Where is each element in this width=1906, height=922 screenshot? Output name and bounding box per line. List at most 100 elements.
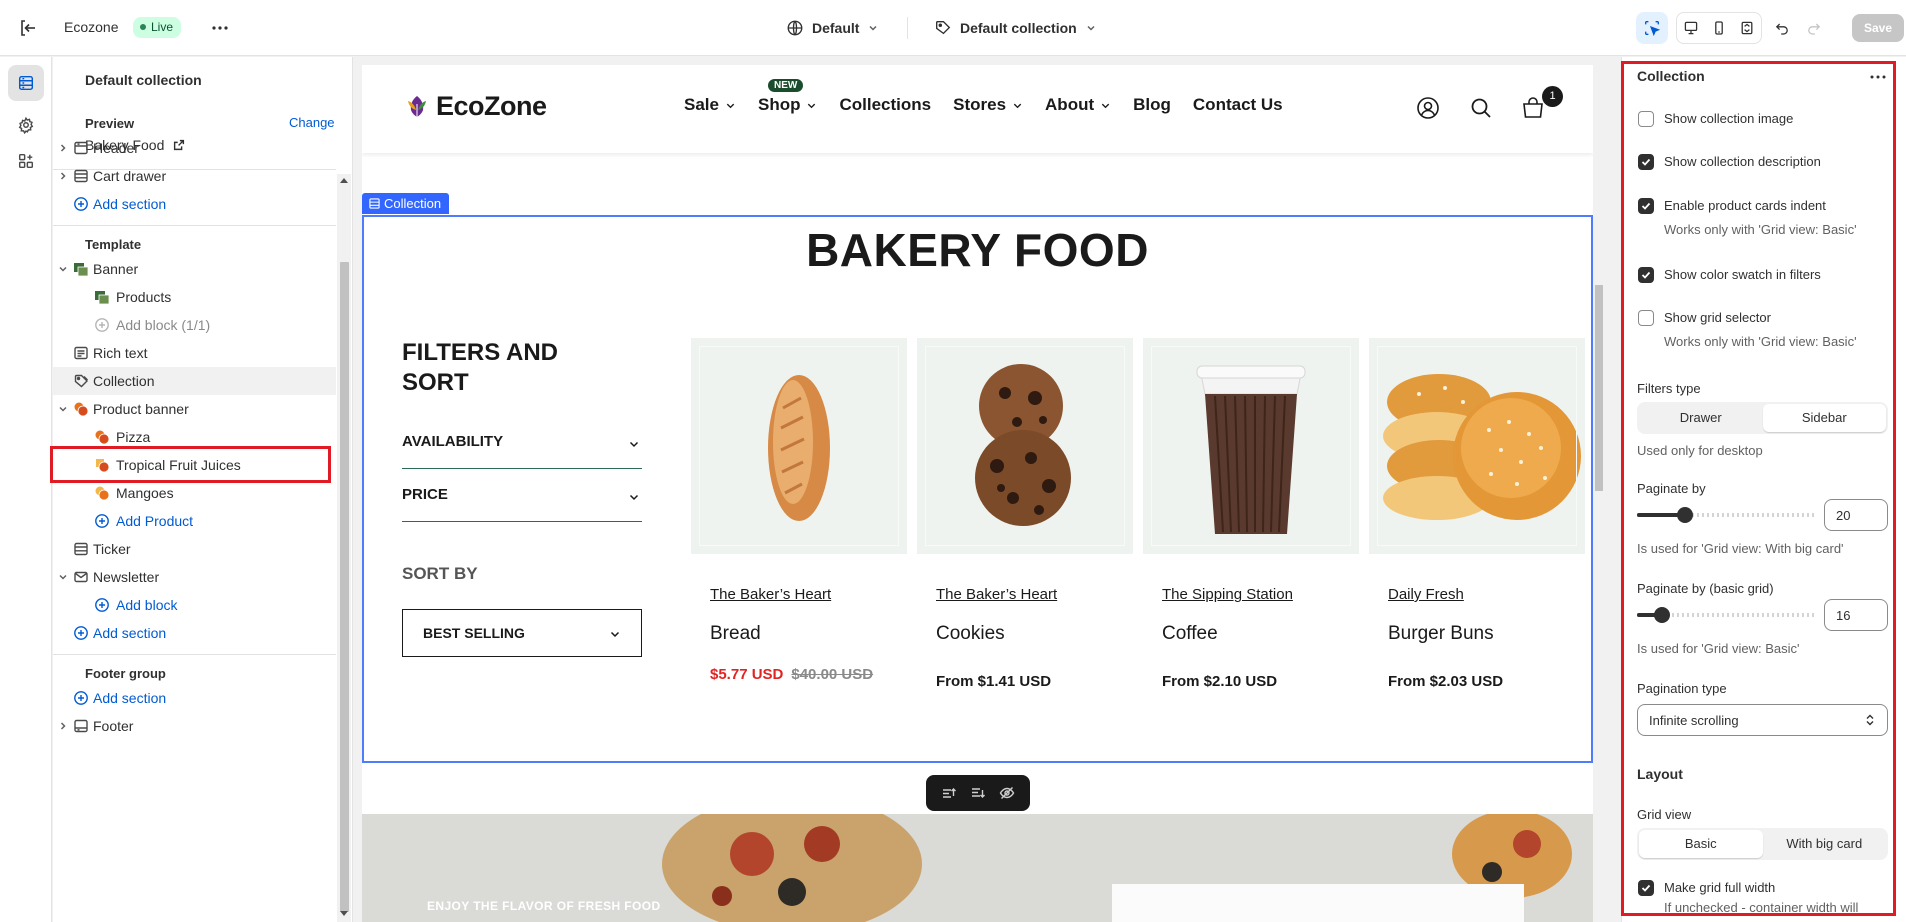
logo-text: EcoZone bbox=[436, 91, 547, 121]
sidebar-item-cart-drawer[interactable]: Cart drawer bbox=[53, 162, 336, 190]
sidebar-item-label: Product banner bbox=[93, 401, 189, 417]
product-banner-section[interactable]: ENJOY THE FLAVOR OF FRESH FOOD bbox=[362, 814, 1593, 922]
product-vendor-link[interactable]: Daily Fresh bbox=[1388, 586, 1464, 603]
live-badge-label: Live bbox=[151, 20, 174, 34]
sidebar-item-label: Newsletter bbox=[93, 569, 160, 585]
sidebar-scrollbar[interactable] bbox=[337, 174, 351, 922]
product-image[interactable] bbox=[691, 338, 907, 554]
collection-section-tag[interactable]: Collection bbox=[362, 193, 450, 214]
add-section-footer-group[interactable]: Add section bbox=[53, 684, 336, 712]
sidebar-item-newsletter[interactable]: Newsletter bbox=[53, 563, 336, 591]
undo-icon[interactable] bbox=[1766, 12, 1798, 44]
nav-stores[interactable]: Stores bbox=[953, 95, 1023, 115]
preview-change-link[interactable]: Change bbox=[289, 115, 335, 130]
product-card[interactable]: The Sipping Station Coffee From $2.10 US… bbox=[1143, 338, 1359, 738]
sidebar-item-label: Footer bbox=[93, 718, 134, 734]
exit-icon[interactable] bbox=[16, 16, 40, 40]
add-section-template[interactable]: Add section bbox=[53, 619, 336, 647]
product-image[interactable] bbox=[1369, 338, 1585, 554]
scrollbar-thumb[interactable] bbox=[1595, 285, 1603, 491]
fullscreen-icon[interactable] bbox=[1733, 13, 1761, 43]
sidebar-item-mangoes[interactable]: Mangoes bbox=[53, 479, 336, 507]
nav-label: Stores bbox=[953, 95, 1007, 114]
add-block-disabled: Add block (1/1) bbox=[53, 311, 336, 339]
product-card[interactable]: The Baker’s Heart Bread $5.77 USD $40.00 … bbox=[691, 338, 907, 738]
sections-icon[interactable] bbox=[8, 65, 44, 101]
sidebar-item-label: Products bbox=[116, 289, 172, 305]
product-title[interactable]: Burger Buns bbox=[1388, 623, 1494, 645]
plus-circle-icon bbox=[93, 596, 111, 614]
store-logo[interactable]: EcoZone bbox=[402, 91, 547, 122]
sort-by-label: SORT BY bbox=[402, 564, 478, 583]
filter-price[interactable]: PRICE bbox=[402, 470, 642, 522]
nav-collections[interactable]: Collections bbox=[839, 95, 931, 115]
chevron-down-icon bbox=[808, 103, 816, 108]
nav-about[interactable]: About bbox=[1045, 95, 1111, 115]
add-product-button[interactable]: Add Product bbox=[53, 507, 336, 535]
sidebar-item-rich-text[interactable]: Rich text bbox=[53, 339, 336, 367]
apps-icon[interactable] bbox=[8, 143, 44, 179]
sidebar-item-products[interactable]: Products bbox=[53, 283, 336, 311]
save-button[interactable]: Save bbox=[1852, 14, 1905, 42]
mobile-icon[interactable] bbox=[1705, 13, 1733, 43]
live-badge: Live bbox=[133, 17, 182, 38]
product-title[interactable]: Cookies bbox=[936, 623, 1005, 645]
product-price: From $2.03 USD bbox=[1388, 673, 1504, 690]
inspector-icon[interactable] bbox=[1636, 12, 1668, 44]
product-title[interactable]: Coffee bbox=[1162, 623, 1218, 645]
template-selector[interactable]: Default collection bbox=[934, 16, 1097, 40]
preview-scrollbar[interactable] bbox=[1593, 65, 1605, 922]
product-price: From $1.41 USD bbox=[936, 673, 1052, 690]
filter-availability[interactable]: AVAILABILITY bbox=[402, 417, 642, 469]
account-icon[interactable] bbox=[1415, 95, 1441, 121]
move-down-icon[interactable] bbox=[966, 781, 990, 805]
product-card[interactable]: Daily Fresh Burger Buns From $2.03 USD bbox=[1369, 338, 1585, 738]
sidebar-item-header[interactable]: Header bbox=[53, 134, 336, 162]
product-card[interactable]: The Baker’s Heart Cookies From $1.41 USD bbox=[917, 338, 1133, 738]
add-section-header-group[interactable]: Add section bbox=[53, 190, 336, 218]
sidebar-item-label: Pizza bbox=[116, 429, 151, 445]
sidebar-title: Default collection bbox=[85, 72, 202, 88]
product-image[interactable] bbox=[1143, 338, 1359, 554]
add-block-label: Add block (1/1) bbox=[116, 317, 211, 333]
chevron-down-icon bbox=[59, 406, 67, 412]
chevron-down-icon bbox=[726, 103, 735, 108]
settings-gear-icon[interactable] bbox=[8, 107, 44, 143]
nav-shop[interactable]: NEW Shop bbox=[758, 79, 818, 115]
sidebar-item-footer[interactable]: Footer bbox=[53, 712, 336, 740]
topbar-divider bbox=[907, 17, 908, 39]
sidebar-item-label: Banner bbox=[93, 261, 139, 277]
product-image[interactable] bbox=[917, 338, 1133, 554]
template-selector-label: Default collection bbox=[960, 20, 1077, 36]
sidebar-item-label: Header bbox=[93, 140, 139, 156]
burger-buns-image bbox=[1383, 374, 1581, 520]
theme-selector[interactable]: Default bbox=[786, 16, 879, 40]
filters-title: FILTERS AND SORT bbox=[402, 339, 558, 396]
sidebar-item-banner[interactable]: Banner bbox=[53, 255, 336, 283]
add-section-label: Add section bbox=[93, 690, 167, 706]
more-actions-icon[interactable] bbox=[208, 16, 232, 40]
redo-icon[interactable] bbox=[1798, 12, 1830, 44]
product-vendor-link[interactable]: The Baker’s Heart bbox=[710, 586, 831, 603]
desktop-icon[interactable] bbox=[1677, 13, 1705, 43]
nav-sale[interactable]: Sale bbox=[684, 95, 736, 115]
nav-blog[interactable]: Blog bbox=[1133, 95, 1171, 115]
sidebar-item-product-banner[interactable]: Product banner bbox=[53, 395, 336, 423]
move-up-icon[interactable] bbox=[937, 781, 961, 805]
add-block-button[interactable]: Add block bbox=[53, 591, 336, 619]
hide-eye-icon[interactable] bbox=[995, 781, 1019, 805]
theme-selector-label: Default bbox=[812, 20, 860, 36]
sidebar-item-ticker[interactable]: Ticker bbox=[53, 535, 336, 563]
product-vendor-link[interactable]: The Baker’s Heart bbox=[936, 586, 1057, 603]
product-vendor-link[interactable]: The Sipping Station bbox=[1162, 586, 1293, 603]
product-price: From $2.10 USD bbox=[1162, 673, 1278, 690]
sidebar-item-collection[interactable]: Collection bbox=[53, 367, 336, 395]
product-title[interactable]: Bread bbox=[710, 623, 761, 645]
chevron-down-icon bbox=[629, 494, 639, 501]
nav-contact-us[interactable]: Contact Us bbox=[1193, 95, 1283, 115]
scrollbar-thumb[interactable] bbox=[340, 262, 349, 912]
search-icon[interactable] bbox=[1468, 95, 1494, 121]
filter-label: AVAILABILITY bbox=[402, 433, 504, 450]
settings-highlight-box bbox=[1621, 61, 1896, 916]
sort-select[interactable]: BEST SELLING bbox=[402, 609, 642, 657]
